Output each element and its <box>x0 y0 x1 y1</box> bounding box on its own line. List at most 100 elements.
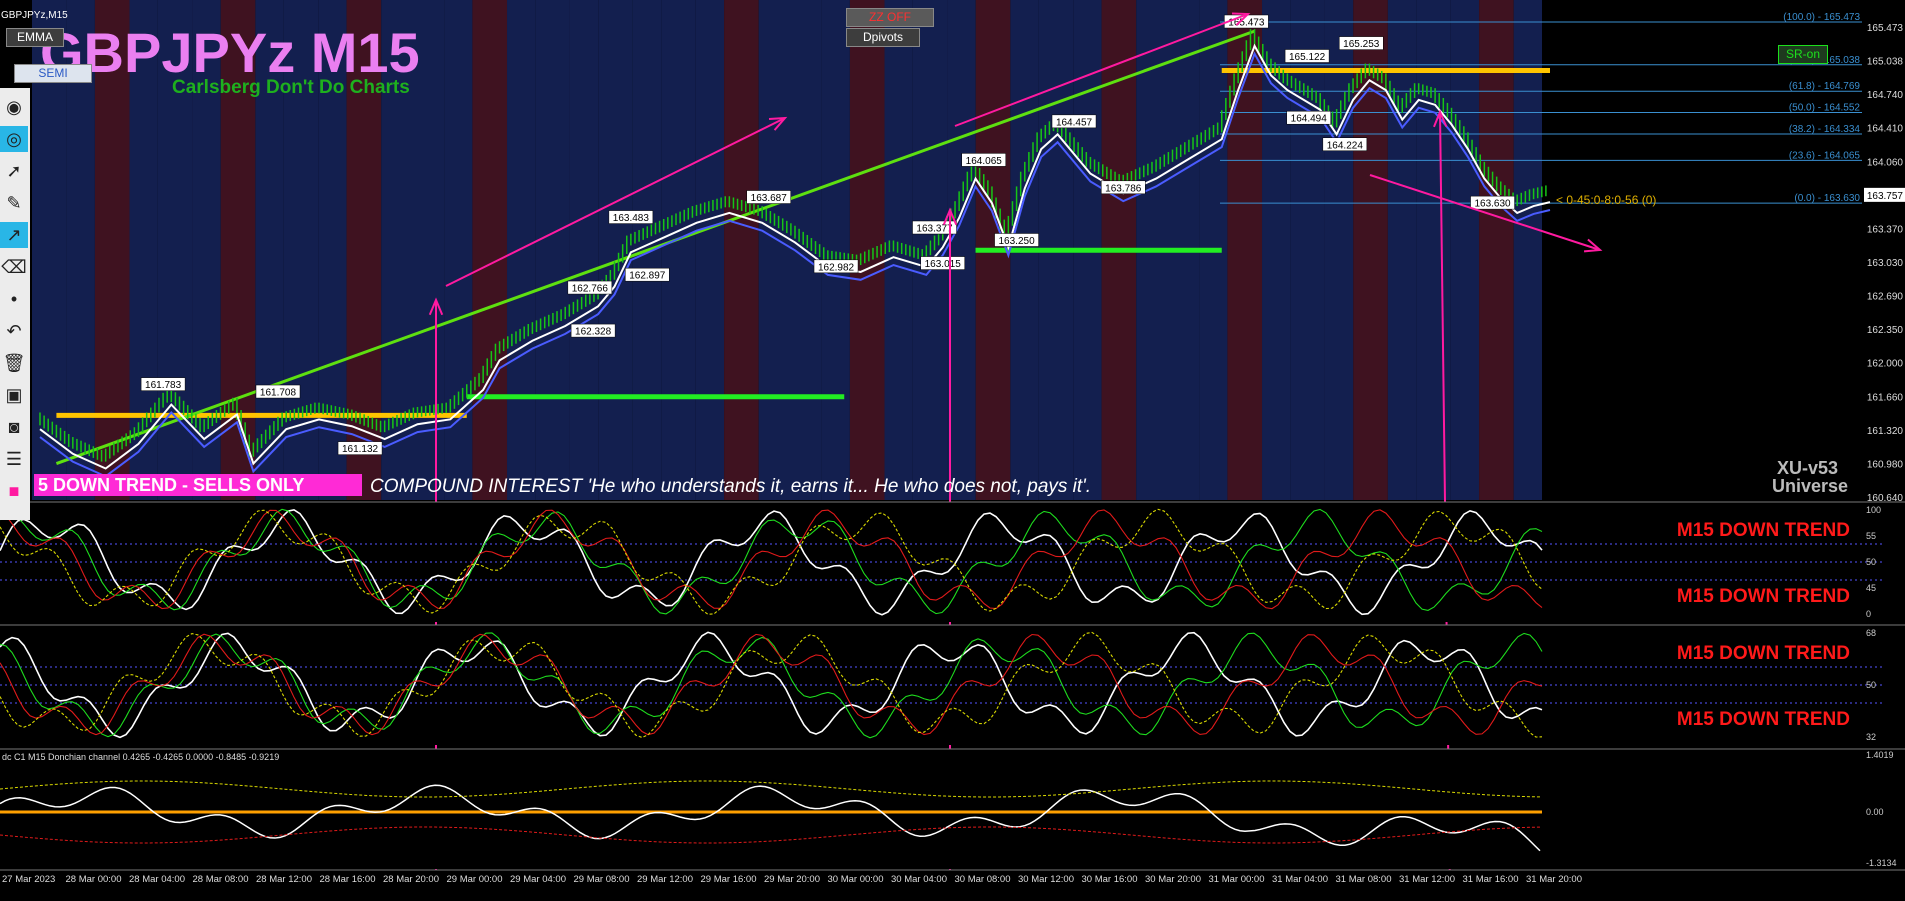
session-band <box>947 0 976 500</box>
symbol-title: GBPJPYz M15 <box>40 21 420 84</box>
time-axis-tick: 29 Mar 04:00 <box>510 874 566 885</box>
list-icon[interactable]: ☰ <box>0 446 28 472</box>
swing-price-label: 163.786 <box>1105 183 1142 194</box>
swing-price-label: 163.377 <box>916 224 953 235</box>
swing-price-label: 164.457 <box>1056 117 1093 128</box>
brand-name: Universe <box>1772 476 1848 496</box>
session-band <box>1324 0 1354 500</box>
fib-level-label: (0.0) - 163.630 <box>1794 193 1860 204</box>
swing-price-label: 162.897 <box>629 271 666 282</box>
time-axis-tick: 31 Mar 20:00 <box>1526 874 1582 885</box>
down-trend-alert: M15 DOWN TREND <box>1677 709 1850 730</box>
bus-icon[interactable]: ▣ <box>0 382 28 408</box>
swing-price-label: 163.630 <box>1474 199 1511 210</box>
dot-icon[interactable]: • <box>0 286 28 312</box>
eraser-icon[interactable]: ⌫ <box>0 254 28 280</box>
swing-price-label: 164.224 <box>1327 140 1364 151</box>
price-axis-tick: 162.000 <box>1867 359 1904 370</box>
time-axis-tick: 31 Mar 08:00 <box>1336 874 1392 885</box>
swing-price-label: 165.122 <box>1289 52 1326 63</box>
down-trend-alert: M15 DOWN TREND <box>1677 520 1850 541</box>
donchian-title: dc C1 M15 Donchian channel 0.4265 -0.426… <box>2 752 279 762</box>
session-band <box>1290 0 1325 500</box>
session-band <box>444 0 473 500</box>
undo-icon[interactable]: ↶ <box>0 318 28 344</box>
time-axis-tick: 27 Mar 2023 <box>2 874 55 885</box>
swing-price-label: 161.132 <box>342 444 379 455</box>
price-axis-tick: 165.038 <box>1867 57 1904 68</box>
oscillator-axis-tick: 55 <box>1866 531 1876 541</box>
trash-icon[interactable]: 🗑 <box>0 350 28 376</box>
oscillator-axis-tick: 0 <box>1866 609 1871 619</box>
chart-window[interactable]: (100.0) - 165.473(76.4) - 165.038(61.8) … <box>0 0 1905 896</box>
trend-badge: 5 DOWN TREND - SELLS ONLY <box>38 475 304 495</box>
donchian-axis-tick: 0.00 <box>1866 807 1884 817</box>
swing-price-label: 163.483 <box>613 213 650 224</box>
session-band <box>1416 0 1451 500</box>
session-band <box>695 0 725 500</box>
semi-button[interactable]: SEMI <box>14 64 92 83</box>
fib-level-label: (100.0) - 165.473 <box>1783 12 1860 23</box>
zz-off-button[interactable]: ZZ OFF <box>846 8 934 27</box>
price-axis-tick: 164.410 <box>1867 124 1904 135</box>
time-axis-tick: 31 Mar 12:00 <box>1399 874 1455 885</box>
time-axis-tick: 29 Mar 00:00 <box>447 874 503 885</box>
donchian-axis-tick: 1.4019 <box>1866 750 1894 760</box>
emma-button[interactable]: EMMA <box>6 28 64 47</box>
price-axis-tick: 163.030 <box>1867 258 1904 269</box>
time-axis-tick: 30 Mar 08:00 <box>955 874 1011 885</box>
pencil-icon[interactable]: ✎ <box>0 190 28 216</box>
time-axis-tick: 30 Mar 04:00 <box>891 874 947 885</box>
time-axis-tick: 30 Mar 16:00 <box>1082 874 1138 885</box>
fib-level-label: (50.0) - 164.552 <box>1789 103 1861 114</box>
down-trend-alert: M15 DOWN TREND <box>1677 643 1850 664</box>
session-band <box>1450 0 1480 500</box>
session-band <box>1353 0 1388 500</box>
down-trend-alert: M15 DOWN TREND <box>1677 586 1850 607</box>
cursor-icon[interactable]: ➚ <box>0 158 28 184</box>
window-title: GBPJPYz,M15 <box>1 10 68 21</box>
session-band <box>472 0 508 500</box>
dpivots-button[interactable]: Dpivots <box>846 28 920 47</box>
fib-level-label: (38.2) - 164.334 <box>1789 124 1861 135</box>
swing-price-label: 164.494 <box>1291 114 1328 125</box>
pin-icon[interactable]: ◉ <box>0 94 28 120</box>
donchian-axis-tick: -1.3134 <box>1866 858 1897 868</box>
donchian-panel-bg <box>0 749 1882 869</box>
sr-on-button[interactable]: SR-on <box>1778 45 1828 64</box>
subtitle: Carlsberg Don't Do Charts <box>172 77 410 98</box>
oscillator-axis-tick: 100 <box>1866 505 1881 515</box>
time-axis-tick: 28 Mar 04:00 <box>129 874 185 885</box>
oscillator-axis-tick: 68 <box>1866 628 1876 638</box>
camera-icon[interactable]: ◙ <box>0 414 28 440</box>
oscillator-axis-tick: 50 <box>1866 680 1876 690</box>
price-axis-tick: 164.740 <box>1867 90 1904 101</box>
swing-price-label: 162.328 <box>575 327 612 338</box>
time-axis-tick: 30 Mar 20:00 <box>1145 874 1201 885</box>
fib-overlay-text: < 0-45:0-8:0-56 (0) <box>1556 193 1656 207</box>
swing-price-label: 163.687 <box>751 193 788 204</box>
price-axis-tick: 163.370 <box>1867 224 1904 235</box>
color-swatch-icon[interactable]: ■ <box>0 478 28 504</box>
oscillator-axis-tick: 32 <box>1866 732 1876 742</box>
swing-price-label: 161.783 <box>145 380 182 391</box>
price-axis-tick: 161.660 <box>1867 392 1904 403</box>
session-band <box>821 0 850 500</box>
oscillator-axis-tick: 50 <box>1866 557 1876 567</box>
session-band <box>598 0 633 500</box>
time-axis-tick: 31 Mar 00:00 <box>1209 874 1265 885</box>
swing-price-label: 165.253 <box>1343 39 1380 50</box>
session-band <box>849 0 885 500</box>
session-band <box>1387 0 1417 500</box>
line-tool-icon[interactable]: ↗ <box>0 222 28 248</box>
price-axis-tick: 163.757 <box>1867 191 1904 202</box>
eye-icon[interactable]: ◎ <box>0 126 28 152</box>
oscillator-axis-tick: 45 <box>1866 583 1876 593</box>
drawing-toolbar: ◉ ◎ ➚ ✎ ↗ ⌫ • ↶ 🗑 ▣ ◙ ☰ ■ <box>0 88 30 520</box>
swing-price-label: 162.766 <box>572 284 609 295</box>
session-band <box>724 0 759 500</box>
chart-canvas[interactable]: (100.0) - 165.473(76.4) - 165.038(61.8) … <box>0 0 1905 896</box>
time-axis-tick: 31 Mar 04:00 <box>1272 874 1328 885</box>
price-axis-tick: 161.320 <box>1867 426 1904 437</box>
swing-price-label: 163.250 <box>998 236 1035 247</box>
